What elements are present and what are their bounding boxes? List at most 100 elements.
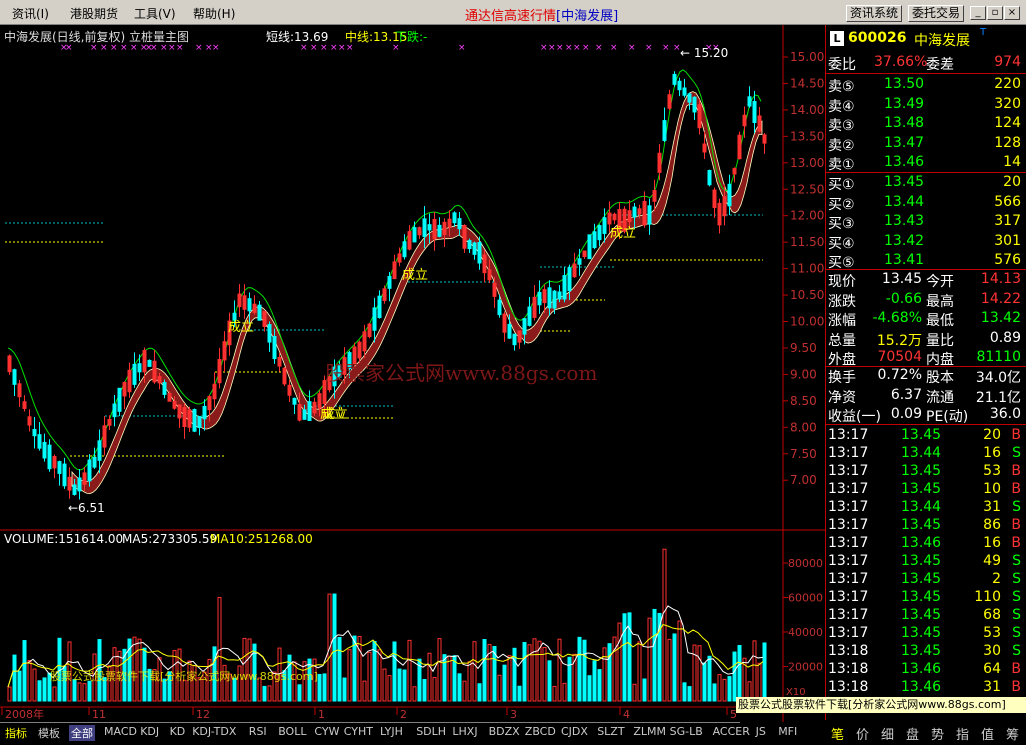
close-icon[interactable]: × (1004, 6, 1020, 20)
candle (197, 416, 202, 428)
candle (22, 401, 27, 409)
indicator-tab[interactable]: LHXJ (450, 725, 479, 738)
indicator-tab[interactable]: JS (754, 725, 768, 738)
candle (317, 393, 322, 409)
volume-bar (727, 676, 732, 702)
candle (512, 333, 517, 346)
candle (17, 383, 22, 398)
candle (422, 218, 427, 238)
label: 卖⑤ (828, 79, 855, 95)
menu-info[interactable]: 资讯(I) (12, 5, 49, 22)
indicator-tab[interactable]: CYHT (342, 725, 375, 738)
indicator-tab[interactable]: KDJ (138, 725, 161, 738)
indicator-tab[interactable]: BOLL (276, 725, 308, 738)
candle (667, 94, 672, 109)
indicator-tab[interactable]: RSI (247, 725, 269, 738)
quote-tab[interactable]: 盘 (906, 724, 919, 743)
tick-row: 13:17 13.45 53 B (826, 462, 1026, 481)
tick-volume: 110 (974, 589, 1001, 605)
volume-bar (467, 661, 472, 702)
candle (612, 213, 617, 221)
volume-bar (37, 680, 42, 702)
tick-volume: 53 (983, 625, 1001, 641)
quote-tab[interactable]: 细 (881, 724, 894, 743)
stat-value: 13.42 (980, 310, 1021, 326)
indicator-tab[interactable]: SDLH (414, 725, 448, 738)
volume-axis-label: 60000 (788, 592, 823, 605)
indicator-tab[interactable]: 指标 (3, 725, 29, 741)
restore-icon[interactable]: ▫ (987, 6, 1003, 20)
volume-bar (712, 683, 717, 702)
quote-tab[interactable]: 价 (856, 724, 869, 743)
tick-price: 13.45 (901, 607, 942, 623)
candle (452, 212, 457, 224)
quote-tab[interactable]: 笔 (831, 724, 844, 743)
stat-value: 21.1亿 (975, 389, 1021, 406)
minimize-icon[interactable]: _ (970, 6, 986, 20)
tick-price: 13.46 (901, 661, 942, 677)
info-system-button[interactable]: 资讯系统 (846, 5, 903, 22)
volume-bar (457, 673, 462, 702)
tick-price: 13.46 (901, 535, 942, 551)
candle (487, 269, 492, 281)
candle (492, 282, 497, 297)
candle (107, 418, 112, 426)
indicator-tabbar: 指标 模板 全部 MACD KDJ KD KDJ-TDX RSI BOLL CYW CYHT LYJH… (0, 722, 797, 741)
candle (142, 349, 147, 373)
tick-time: 13:17 (828, 571, 869, 587)
candle (182, 407, 187, 428)
tick-row: 13:17 13.45 68 S (826, 606, 1026, 625)
indicator-tab[interactable]: 全部 (69, 725, 95, 741)
indicator-tab[interactable]: ACCER (711, 725, 752, 738)
sell-level-row: 卖② 13.47 128 (826, 134, 1026, 154)
quote-tab[interactable]: 筹 (1006, 724, 1019, 743)
tick-row: 13:17 13.45 10 B (826, 480, 1026, 499)
indicator-tab[interactable]: MFI (776, 725, 799, 738)
price-axis-label: 13.00 (790, 156, 824, 170)
indicator-tab[interactable]: KDJ-TDX (190, 725, 238, 738)
indicator-tab[interactable]: ZLMM (631, 725, 668, 738)
stat-label: 今开 (926, 274, 954, 290)
indicator-tab[interactable]: KD (168, 725, 188, 738)
indicator-tab[interactable]: CYW (312, 725, 341, 738)
volume-bar (707, 655, 712, 702)
indicator-tab[interactable]: 模板 (36, 725, 62, 741)
quote-tab[interactable]: 指 (956, 724, 969, 743)
stat-value: 0.72% (877, 367, 922, 383)
quote-tab[interactable]: 势 (931, 724, 944, 743)
indicator-tab[interactable]: SG-LB (668, 725, 705, 738)
tick-row: 13:18 13.46 31 B (826, 678, 1026, 697)
tick-side: S (1012, 625, 1021, 641)
signal-label: 成立 (320, 407, 346, 422)
stat-label: 股本 (926, 370, 954, 386)
candle (237, 293, 242, 308)
candle (637, 208, 642, 215)
candle (207, 396, 212, 411)
volume-bar (762, 642, 767, 702)
volume-bar (552, 685, 557, 702)
indicator-tab[interactable]: BDZX (487, 725, 522, 738)
tick-row: 13:17 13.45 86 B (826, 516, 1026, 535)
label: 买② (828, 196, 855, 213)
indicator-tab[interactable]: ZBCD (523, 725, 558, 738)
kline-chart[interactable]: 15.00 14.50 14.00 13.50 13.00 12.50 12.00 11.50… (0, 25, 825, 722)
candle (662, 120, 667, 141)
candle (247, 298, 252, 312)
quote-tab[interactable]: 值 (981, 724, 994, 743)
tick-price: 13.46 (901, 679, 942, 695)
indicator-tab[interactable]: LYJH (378, 725, 405, 738)
buy-level-row: 买③ 13.43 317 (826, 212, 1026, 232)
short-line-label: 短线:13.69 (266, 30, 329, 44)
candle (627, 210, 632, 222)
indicator-tab[interactable]: CJDX (559, 725, 590, 738)
volume-bar (447, 655, 452, 702)
indicator-tab[interactable]: SLZT (595, 725, 626, 738)
menu-help[interactable]: 帮助(H) (193, 5, 235, 22)
footer-ad[interactable]: 股票公式股票软件下载[分析家公式网www.88gs.com] (736, 697, 1026, 713)
indicator-tab[interactable]: MACD (102, 725, 139, 738)
sell-level-row: 卖③ 13.48 124 (826, 114, 1026, 134)
menu-hk-futures[interactable]: 港股期货 (70, 5, 118, 22)
trade-button[interactable]: 委托交易 (908, 5, 965, 22)
menu-tools[interactable]: 工具(V) (134, 5, 176, 22)
candle (37, 434, 42, 449)
